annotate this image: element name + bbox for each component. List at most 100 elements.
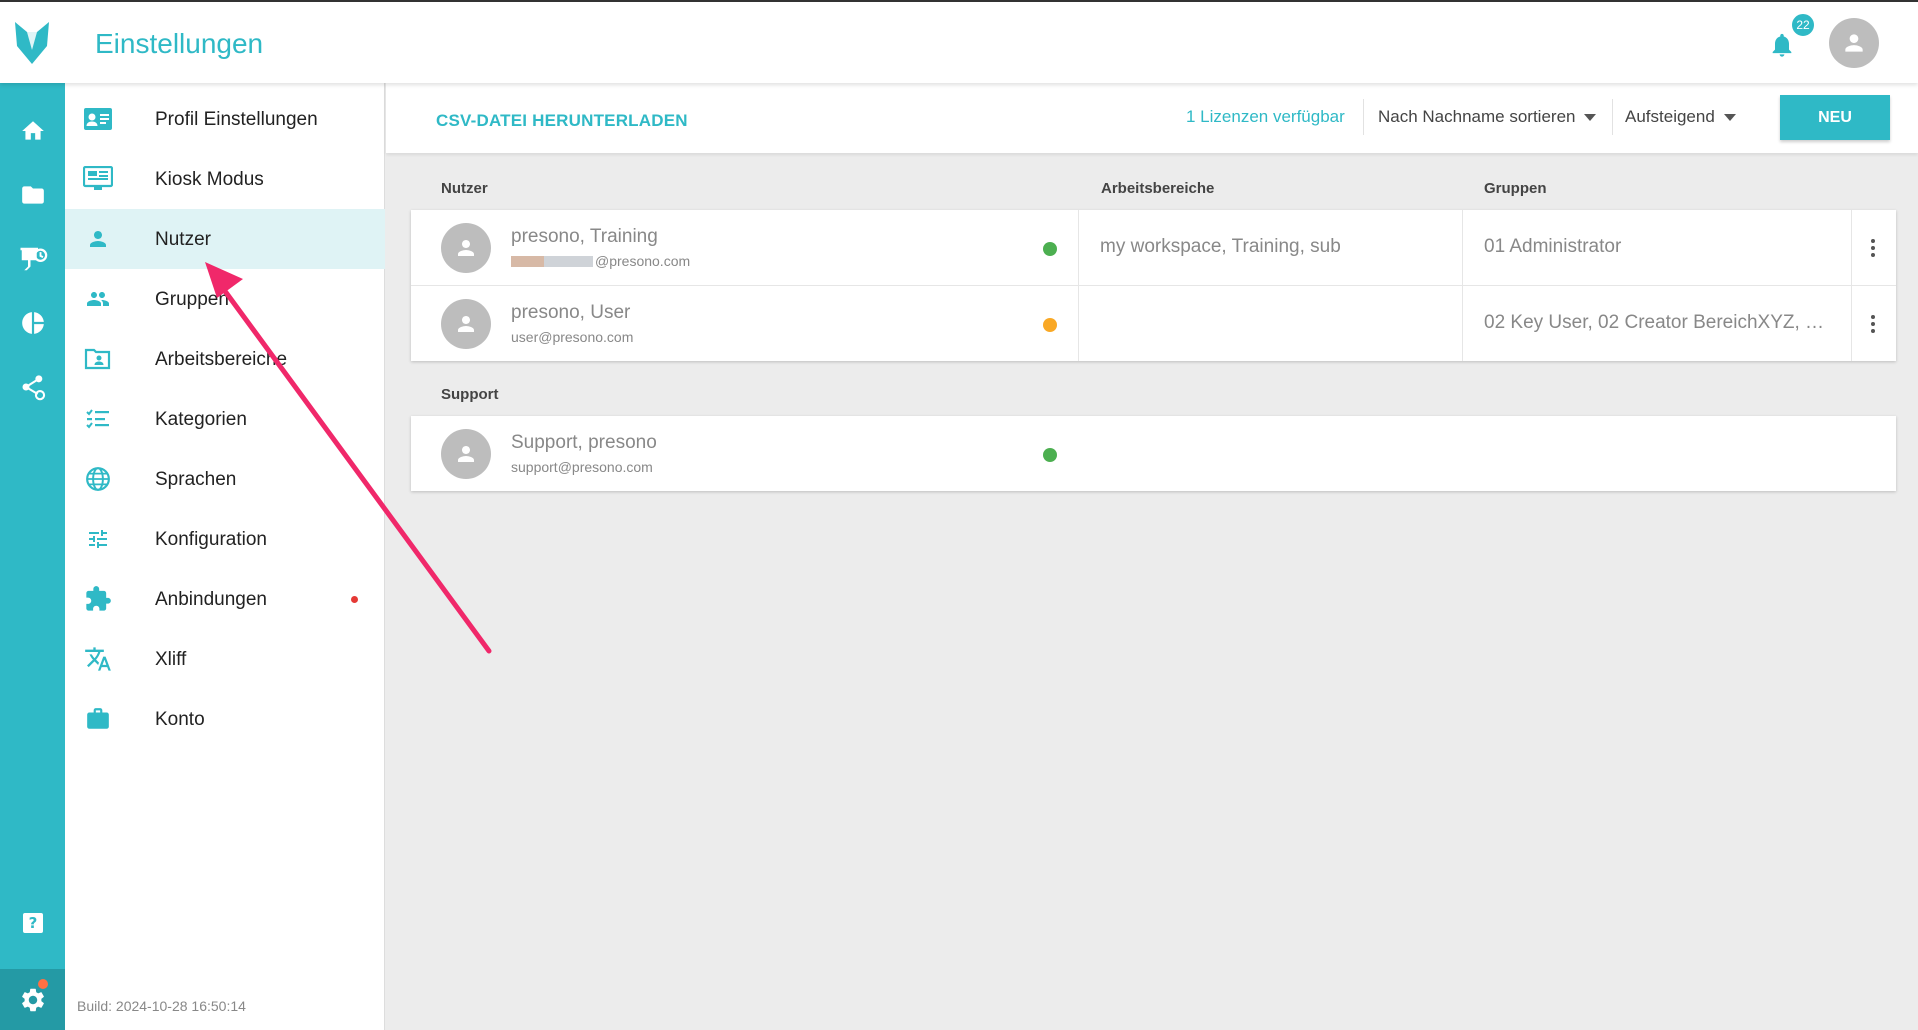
people-icon <box>83 285 113 313</box>
licenses-available-link[interactable]: 1 Lizenzen verfügbar <box>1186 107 1345 127</box>
app-header: Einstellungen 22 <box>0 2 1918 83</box>
sidebar-item-kategorien[interactable]: Kategorien <box>65 389 385 449</box>
support-table: Support, presono support@presono.com <box>411 416 1896 491</box>
main-nav-rail: ? <box>0 83 65 1030</box>
user-groups: 02 Key User, 02 Creator BereichXYZ, … <box>1484 312 1825 333</box>
avatar <box>441 223 491 273</box>
user-name: Support, presono <box>511 432 657 453</box>
cell-divider <box>1851 286 1852 361</box>
bell-icon[interactable] <box>1768 30 1796 60</box>
chevron-down-icon <box>1584 113 1597 121</box>
status-indicator <box>1043 242 1057 256</box>
monitor-icon <box>83 165 113 193</box>
avatar <box>441 299 491 349</box>
sort-order-select[interactable]: Aufsteigend <box>1625 107 1736 127</box>
sidebar-item-nutzer[interactable]: Nutzer <box>65 209 385 269</box>
home-icon[interactable] <box>0 101 65 161</box>
gear-icon <box>21 988 44 1011</box>
sidebar-item-label: Arbeitsbereiche <box>155 349 288 370</box>
sort-field-value: Nach Nachname sortieren <box>1378 107 1576 126</box>
users-toolbar: CSV-DATEI HERUNTERLADEN 1 Lizenzen verfü… <box>386 83 1918 153</box>
sidebar-item-konfiguration[interactable]: Konfiguration <box>65 509 385 569</box>
users-table: presono, Training @presono.com my worksp… <box>411 210 1896 361</box>
sidebar-item-arbeitsbereiche[interactable]: Arbeitsbereiche <box>65 329 385 389</box>
sidebar-item-label: Nutzer <box>155 229 211 250</box>
user-email: support@presono.com <box>511 459 653 475</box>
folder-icon[interactable] <box>0 165 65 225</box>
notification-dot <box>351 596 358 603</box>
user-name: presono, Training <box>511 226 658 247</box>
user-avatar[interactable] <box>1829 18 1879 68</box>
sidebar-item-xliff[interactable]: Xliff <box>65 629 385 689</box>
pie-chart-icon[interactable] <box>0 293 65 353</box>
more-vert-icon[interactable] <box>1863 310 1883 338</box>
avatar <box>441 429 491 479</box>
csv-download-button[interactable]: CSV-DATEI HERUNTERLADEN <box>436 111 688 131</box>
settings-notification-dot <box>38 979 48 989</box>
briefcase-icon <box>83 705 113 733</box>
notification-badge: 22 <box>1790 12 1816 38</box>
table-row[interactable]: Support, presono support@presono.com <box>411 416 1896 491</box>
fox-logo-icon[interactable] <box>13 20 51 66</box>
cell-divider <box>1462 286 1463 361</box>
support-section-heading: Support <box>441 386 499 403</box>
puzzle-icon <box>83 585 113 613</box>
sidebar-item-label: Xliff <box>155 649 187 670</box>
settings-rail-item[interactable] <box>0 969 65 1030</box>
cell-divider <box>1078 286 1079 361</box>
toolbar-divider <box>1612 99 1613 135</box>
svg-text:?: ? <box>28 914 37 932</box>
person-icon <box>1845 34 1863 52</box>
globe-icon <box>83 465 113 493</box>
person-icon <box>458 316 474 332</box>
settings-sidebar: Profil Einstellungen Kiosk Modus Nutzer … <box>65 83 385 1030</box>
user-groups: 01 Administrator <box>1484 236 1622 257</box>
sidebar-item-kiosk[interactable]: Kiosk Modus <box>65 149 385 209</box>
person-icon <box>458 240 474 256</box>
translate-icon <box>83 645 113 673</box>
sidebar-item-konto[interactable]: Konto <box>65 689 385 749</box>
person-icon <box>83 225 113 253</box>
column-header-workspaces: Arbeitsbereiche <box>1101 180 1215 197</box>
cell-divider <box>1462 210 1463 285</box>
user-name: presono, User <box>511 302 631 323</box>
help-icon[interactable]: ? <box>0 893 65 953</box>
more-vert-icon[interactable] <box>1863 234 1883 262</box>
column-header-users: Nutzer <box>441 180 488 197</box>
sort-order-value: Aufsteigend <box>1625 107 1715 126</box>
chevron-down-icon <box>1723 113 1736 121</box>
checklist-icon <box>83 405 113 433</box>
sidebar-item-label: Kategorien <box>155 409 247 430</box>
column-header-groups: Gruppen <box>1484 180 1547 197</box>
sidebar-item-label: Konto <box>155 709 205 730</box>
table-row[interactable]: presono, User user@presono.com 02 Key Us… <box>411 285 1896 361</box>
sidebar-item-gruppen[interactable]: Gruppen <box>65 269 385 329</box>
sidebar-item-label: Profil Einstellungen <box>155 109 318 130</box>
sidebar-item-profil[interactable]: Profil Einstellungen <box>65 89 385 149</box>
user-email: user@presono.com <box>511 329 634 345</box>
status-indicator <box>1043 448 1057 462</box>
folder-user-icon <box>83 345 113 373</box>
cell-divider <box>1078 210 1079 285</box>
table-row[interactable]: presono, Training @presono.com my worksp… <box>411 210 1896 285</box>
status-indicator <box>1043 318 1057 332</box>
presentation-icon[interactable] <box>0 229 65 289</box>
share-icon[interactable] <box>0 357 65 417</box>
page-title: Einstellungen <box>95 28 264 59</box>
build-info: Build: 2024-10-28 16:50:14 <box>77 998 246 1014</box>
sidebar-item-label: Konfiguration <box>155 529 267 550</box>
sidebar-item-anbindungen[interactable]: Anbindungen <box>65 569 385 629</box>
contact-card-icon <box>83 105 113 133</box>
sidebar-item-label: Sprachen <box>155 469 237 490</box>
sort-field-select[interactable]: Nach Nachname sortieren <box>1378 107 1597 127</box>
sidebar-item-sprachen[interactable]: Sprachen <box>65 449 385 509</box>
redacted-email-part <box>511 255 593 267</box>
user-email: @presono.com <box>511 253 690 269</box>
sidebar-item-label: Gruppen <box>155 289 229 310</box>
user-workspaces: my workspace, Training, sub <box>1100 236 1341 257</box>
cell-divider <box>1851 210 1852 285</box>
person-icon <box>458 446 474 462</box>
new-user-button[interactable]: NEU <box>1780 95 1890 140</box>
sidebar-item-label: Kiosk Modus <box>155 169 264 190</box>
sidebar-item-label: Anbindungen <box>155 589 267 610</box>
